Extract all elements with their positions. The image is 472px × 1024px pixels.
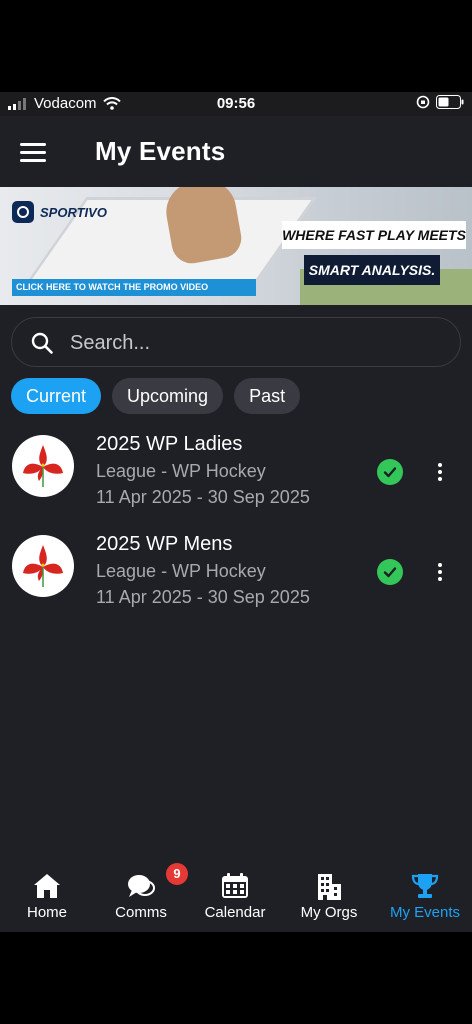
event-type: League - WP Hockey: [96, 461, 266, 481]
app-screen: My Events SPORTIVO CLICK HERE TO WATCH T…: [0, 116, 472, 932]
filter-past[interactable]: Past: [234, 378, 301, 414]
tab-label: Comms: [115, 904, 167, 921]
tab-home[interactable]: Home: [0, 858, 94, 932]
flower-logo-icon: [23, 445, 63, 487]
chat-icon: [128, 875, 155, 897]
tab-label: Home: [26, 904, 67, 921]
event-name: 2025 WP Mens: [96, 533, 233, 555]
hamburger-icon-line: [20, 142, 46, 146]
more-options-icon[interactable]: [428, 558, 452, 586]
flower-logo-icon: [23, 545, 63, 587]
hamburger-icon-line: [20, 150, 46, 154]
event-avatar: [12, 535, 74, 597]
trophy-icon: [411, 874, 439, 898]
tab-calendar[interactable]: Calendar: [188, 858, 282, 932]
check-icon: [377, 459, 403, 485]
search-icon: [31, 332, 53, 354]
banner-tagline-1: WHERE FAST PLAY MEETS: [282, 221, 466, 249]
event-dates: 11 Apr 2025 - 30 Sep 2025: [96, 587, 310, 607]
home-icon: [34, 874, 60, 898]
menu-button[interactable]: [20, 138, 56, 166]
event-avatar: [12, 435, 74, 497]
unread-badge: 9: [166, 863, 188, 885]
filter-upcoming[interactable]: Upcoming: [112, 378, 224, 414]
sportivo-logo-icon: [12, 201, 34, 223]
battery-icon: [436, 95, 464, 109]
event-type: League - WP Hockey: [96, 561, 266, 581]
status-time: 09:56: [216, 95, 256, 112]
tab-label: My Orgs: [300, 904, 358, 921]
calendar-icon: [222, 873, 248, 898]
filter-current[interactable]: Current: [11, 378, 102, 414]
search-input[interactable]: [70, 328, 440, 358]
banner-tagline-2: SMART ANALYSIS.: [304, 255, 440, 285]
tab-my-orgs[interactable]: My Orgs: [282, 858, 376, 932]
promo-video-link[interactable]: CLICK HERE TO WATCH THE PROMO VIDEO: [12, 279, 256, 296]
check-icon: [377, 559, 403, 585]
promo-banner[interactable]: SPORTIVO CLICK HERE TO WATCH THE PROMO V…: [0, 187, 472, 305]
event-list-item[interactable]: 2025 WP Mens League - WP Hockey 11 Apr 2…: [0, 523, 472, 619]
status-bar: Vodacom 09:56: [0, 92, 472, 116]
page-title: My Events: [95, 136, 226, 166]
event-dates: 11 Apr 2025 - 30 Sep 2025: [96, 487, 310, 507]
search-bar[interactable]: [11, 317, 461, 367]
hamburger-icon-line: [20, 158, 46, 162]
filter-chips: Current Upcoming Past: [11, 378, 301, 414]
status-right: [416, 95, 464, 109]
tab-my-events[interactable]: My Events: [378, 858, 472, 932]
tab-label: My Events: [389, 904, 461, 921]
bottom-tab-bar: Home Comms 9 Calendar My Orgs My Events: [0, 858, 472, 932]
more-options-icon[interactable]: [428, 458, 452, 486]
tab-label: Calendar: [204, 904, 266, 921]
top-app-bar: My Events: [0, 116, 472, 186]
banner-brand-name: SPORTIVO: [40, 204, 107, 220]
orientation-lock-icon: [416, 95, 430, 109]
banner-brand: SPORTIVO: [12, 201, 107, 223]
event-list-item[interactable]: 2025 WP Ladies League - WP Hockey 11 Apr…: [0, 423, 472, 519]
event-name: 2025 WP Ladies: [96, 433, 243, 455]
building-icon: [318, 874, 341, 900]
